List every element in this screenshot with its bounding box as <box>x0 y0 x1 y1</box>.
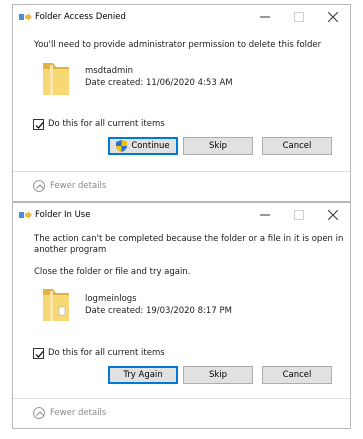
minimize-button[interactable] <box>248 5 282 29</box>
skip-button-label: Skip <box>208 370 228 380</box>
message-text-line-1: The action can't be completed because th… <box>34 234 344 244</box>
dialog-title: Folder Access Denied <box>35 12 126 22</box>
minimize-icon <box>260 214 270 216</box>
chevron-up-icon <box>36 411 44 416</box>
folder-icon <box>43 289 69 321</box>
try-again-button-label: Try Again <box>123 370 163 380</box>
minimize-icon <box>260 16 270 18</box>
folder-in-use-dialog: Folder In Use The action can't be comple… <box>12 202 351 429</box>
checkmark-icon <box>35 122 44 129</box>
details-footer: Fewer details <box>13 171 350 201</box>
fewer-details-link[interactable]: Fewer details <box>50 408 106 418</box>
checkbox-box[interactable] <box>33 348 44 359</box>
skip-button[interactable]: Skip <box>183 137 253 155</box>
maximize-icon <box>294 210 304 220</box>
close-button[interactable] <box>316 5 350 29</box>
maximize-icon <box>294 12 304 22</box>
date-created: Date created: 19/03/2020 8:17 PM <box>85 306 232 316</box>
folder-access-denied-dialog: Folder Access Denied You'll need to prov… <box>12 4 351 202</box>
cancel-button-label: Cancel <box>282 141 312 151</box>
fewer-details-link[interactable]: Fewer details <box>50 181 106 191</box>
message-text: You'll need to provide administrator per… <box>34 40 322 50</box>
chevron-up-circle-icon[interactable] <box>33 407 45 419</box>
title-bar[interactable]: Folder Access Denied <box>13 5 350 29</box>
instruction-text: Close the folder or file and try again. <box>34 267 191 277</box>
checkbox-label: Do this for all current items <box>48 119 165 129</box>
folder-name: msdtadmin <box>85 66 134 76</box>
folder-name: logmeinlogs <box>85 294 137 304</box>
chevron-up-circle-icon[interactable] <box>33 180 45 192</box>
skip-button-label: Skip <box>208 141 228 151</box>
file-move-icon <box>19 13 32 21</box>
date-created: Date created: 11/06/2020 4:53 AM <box>85 78 233 88</box>
checkbox-label: Do this for all current items <box>48 348 165 358</box>
close-button[interactable] <box>316 203 350 227</box>
details-footer: Fewer details <box>13 398 350 428</box>
dialog-title: Folder In Use <box>35 210 91 220</box>
message-text-line-2: another program <box>34 245 107 255</box>
checkbox-box[interactable] <box>33 119 44 130</box>
file-move-icon <box>19 211 32 219</box>
cancel-button[interactable]: Cancel <box>262 137 332 155</box>
maximize-button <box>282 5 316 29</box>
try-again-button[interactable]: Try Again <box>108 366 178 384</box>
minimize-button[interactable] <box>248 203 282 227</box>
uac-shield-icon <box>116 140 128 152</box>
folder-icon <box>43 63 69 95</box>
chevron-up-icon <box>36 184 44 189</box>
close-icon <box>328 12 338 22</box>
cancel-button[interactable]: Cancel <box>262 366 332 384</box>
checkmark-icon <box>35 351 44 358</box>
title-bar[interactable]: Folder In Use <box>13 203 350 227</box>
cancel-button-label: Cancel <box>282 370 312 380</box>
continue-button[interactable]: Continue <box>108 137 178 155</box>
skip-button[interactable]: Skip <box>183 366 253 384</box>
maximize-button <box>282 203 316 227</box>
close-icon <box>328 210 338 220</box>
continue-button-label: Continue <box>131 141 170 151</box>
